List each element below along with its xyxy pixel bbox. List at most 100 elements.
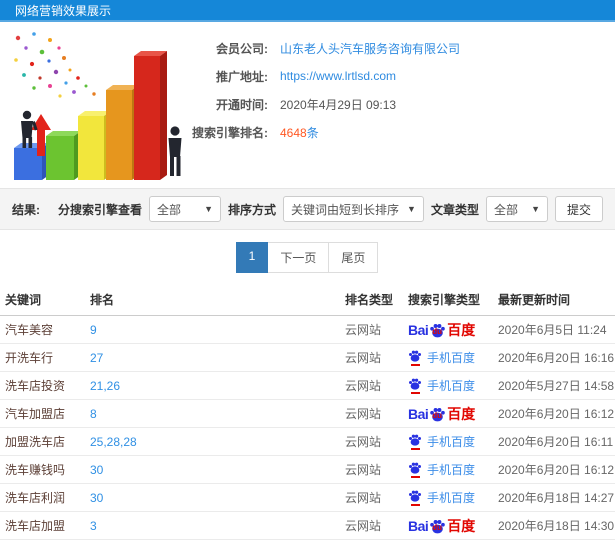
table-row: 洗车赚钱吗 30 云网站 手机百度 2020年6月20日 16:12 [0, 455, 615, 484]
engine-filter-label: 分搜索引擎查看 [58, 202, 143, 217]
mobile-baidu-underline [410, 448, 420, 450]
baidu-logo-du-text: du [432, 326, 443, 336]
article-type-select[interactable]: 全部 ▼ [485, 196, 548, 222]
mobile-baidu-paw-icon [408, 489, 422, 506]
baidu-paw-icon: du [429, 322, 446, 339]
keyword-cell: 汽车加盟店 [0, 399, 85, 428]
bar-chart-illustration [0, 22, 190, 188]
mobile-baidu-paw-icon [408, 461, 422, 478]
mobile-baidu-underline [410, 476, 420, 478]
baidu-logo: Bai du 百度 [408, 406, 475, 422]
mobile-baidu-paw-icon [408, 349, 422, 366]
rank-link[interactable]: 3 [90, 519, 97, 533]
bars [14, 51, 167, 180]
rank-type-cell: 云网站 [340, 315, 403, 344]
table-header-row: 关键词 排名 排名类型 搜索引擎类型 最新更新时间 [0, 283, 615, 316]
page-title: 网络营销效果展示 [15, 3, 112, 18]
keyword-cell: 洗车店利润 [0, 483, 85, 512]
header-updated: 最新更新时间 [493, 283, 615, 316]
rank-link[interactable]: 30 [90, 491, 103, 505]
rank-type-cell: 云网站 [340, 371, 403, 400]
open-time-value: 2020年4月29日 09:13 [280, 97, 397, 112]
info-row-rank: 搜索引擎排名: 4648条 [190, 118, 615, 146]
mobile-baidu-logo: 手机百度 [408, 461, 475, 478]
result-label: 结果: [12, 202, 40, 217]
updated-cell: 2020年6月5日 11:24 [493, 315, 615, 344]
baidu-paw-icon [408, 462, 422, 474]
rank-label: 搜索引擎排名: [192, 125, 268, 140]
company-link[interactable]: 山东老人头汽车服务咨询有限公司 [280, 40, 460, 57]
mobile-baidu-paw-icon [408, 433, 422, 450]
article-type-label: 文章类型 [430, 202, 479, 217]
baidu-logo-du-text: du [432, 410, 443, 420]
rank-link[interactable]: 30 [90, 463, 103, 477]
businessman-right [168, 126, 182, 176]
baidu-logo-cn-text: 百度 [447, 321, 476, 338]
rank-cell: 25,28,28 [85, 427, 340, 456]
header-rank-type: 排名类型 [340, 283, 403, 316]
info-row-company: 会员公司: 山东老人头汽车服务咨询有限公司 [190, 34, 615, 62]
engine-filter-value: 全部 [157, 202, 182, 217]
mobile-baidu-logo: 手机百度 [408, 377, 475, 394]
rank-type-cell: 云网站 [340, 455, 403, 484]
filter-bar: 结果: 分搜索引擎查看 全部 ▼ 排序方式 关键词由短到长排序 ▼ 文章类型 全… [0, 188, 615, 230]
promotion-url-link[interactable]: https://www.lrtlsd.com [280, 69, 396, 83]
rank-cell: 21,26 [85, 371, 340, 400]
info-section: 会员公司: 山东老人头汽车服务咨询有限公司 推广地址: https://www.… [0, 22, 615, 188]
mobile-baidu-underline [410, 364, 420, 366]
rank-count: 4648条 [280, 124, 319, 141]
mobile-baidu-label: 手机百度 [427, 379, 476, 393]
baidu-paw-icon: du [429, 406, 446, 423]
chevron-down-icon: ▼ [531, 204, 540, 214]
article-type-value: 全部 [493, 202, 518, 217]
updated-cell: 2020年6月20日 16:16 [493, 343, 615, 372]
rank-link[interactable]: 27 [90, 351, 103, 365]
engine-type-cell: Bai du 百度 [403, 315, 493, 344]
engine-type-cell: Bai du 百度 [403, 511, 493, 540]
mobile-baidu-label: 手机百度 [427, 491, 476, 505]
sort-filter-value: 关键词由短到长排序 [291, 202, 400, 217]
rank-link[interactable]: 9 [90, 323, 97, 337]
engine-type-cell: 手机百度 [403, 343, 493, 372]
table-row: 开洗车行 27 云网站 手机百度 2020年6月20日 16:16 [0, 343, 615, 372]
baidu-paw-icon: du [429, 518, 446, 535]
rank-link[interactable]: 25,28,28 [90, 435, 137, 449]
keyword-cell: 洗车赚钱吗 [0, 455, 85, 484]
rank-type-cell: 云网站 [340, 427, 403, 456]
submit-button[interactable]: 提交 [554, 196, 603, 222]
engine-filter-select[interactable]: 全部 ▼ [149, 196, 222, 222]
rank-count-unit: 条 [306, 125, 319, 140]
open-time-label: 开通时间: [216, 97, 268, 112]
rank-cell: 30 [85, 455, 340, 484]
rank-cell: 8 [85, 399, 340, 428]
baidu-paw-icon [408, 378, 422, 390]
bar-chart-graphic [14, 32, 182, 180]
rank-type-cell: 云网站 [340, 399, 403, 428]
table-body: 汽车美容 9 云网站 Bai du 百度 2020年6月5日 11:24 开洗车行 27 云网站手… [0, 315, 615, 540]
baidu-logo-cn-text: 百度 [447, 405, 476, 422]
url-label: 推广地址: [216, 69, 268, 84]
table-row: 汽车加盟店 8 云网站 Bai du 百度 2020年6月20日 16:12 [0, 399, 615, 428]
updated-cell: 2020年6月18日 14:27 [493, 483, 615, 512]
chevron-down-icon: ▼ [407, 204, 416, 214]
baidu-logo-bai-text: Bai [408, 321, 429, 338]
mobile-baidu-logo: 手机百度 [408, 489, 475, 506]
mobile-baidu-label: 手机百度 [427, 351, 476, 365]
ranking-table: 关键词 排名 排名类型 搜索引擎类型 最新更新时间 汽车美容 9 云网站 Bai du 百… [0, 283, 615, 540]
info-rows: 会员公司: 山东老人头汽车服务咨询有限公司 推广地址: https://www.… [190, 22, 615, 188]
mobile-baidu-label: 手机百度 [427, 435, 476, 449]
company-label: 会员公司: [216, 41, 268, 56]
page-button-1[interactable]: 1 [235, 242, 269, 273]
pagination: 1 下一页 尾页 [0, 230, 615, 283]
rank-link[interactable]: 8 [90, 407, 97, 421]
mobile-baidu-label: 手机百度 [427, 463, 476, 477]
rank-cell: 3 [85, 511, 340, 540]
table-row: 洗车店利润 30 云网站 手机百度 2020年6月18日 14:27 [0, 483, 615, 512]
keyword-cell: 汽车美容 [0, 315, 85, 344]
sort-filter-select[interactable]: 关键词由短到长排序 ▼ [283, 196, 424, 222]
mobile-baidu-logo: 手机百度 [408, 349, 475, 366]
last-page-button[interactable]: 尾页 [328, 242, 379, 273]
next-page-button[interactable]: 下一页 [267, 242, 330, 273]
rank-link[interactable]: 21,26 [90, 379, 120, 393]
baidu-logo-du-text: du [432, 522, 443, 532]
